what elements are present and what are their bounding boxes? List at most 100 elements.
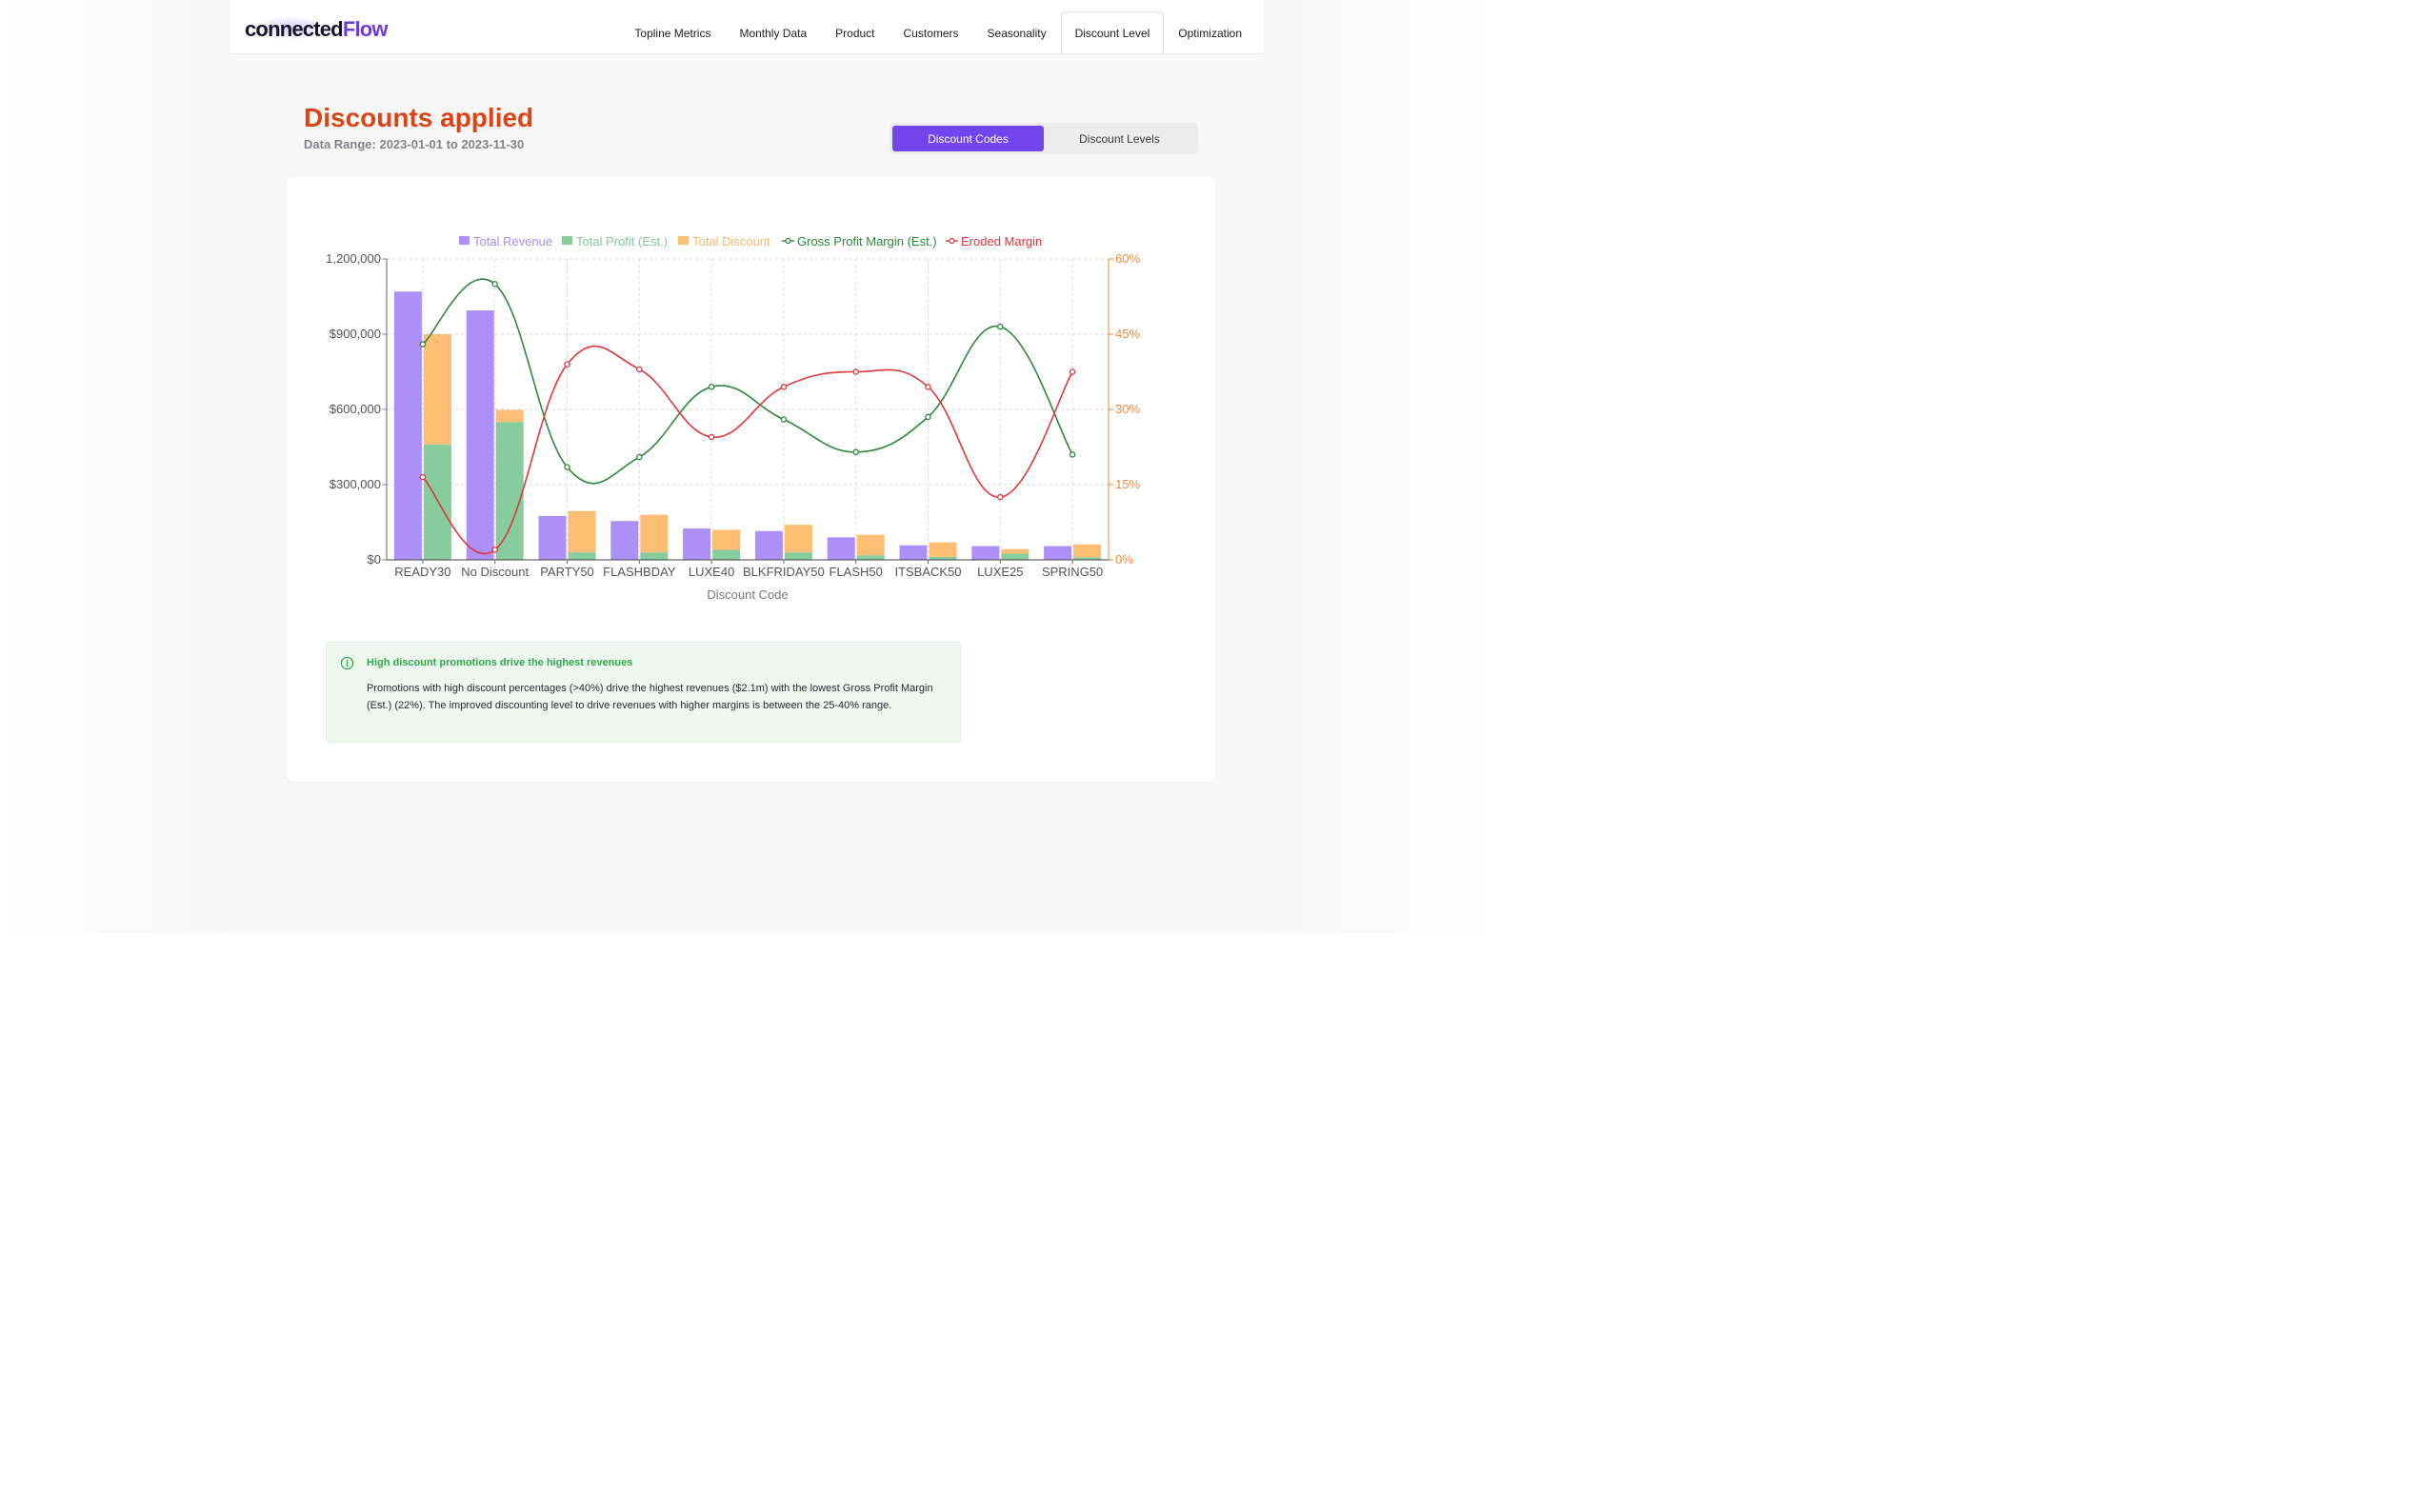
bar-profit: [495, 422, 524, 560]
bar-revenue: [754, 530, 783, 560]
legend-profit-swatch: [562, 236, 572, 245]
data-range-subtitle: Data Range: 2023-01-01 to 2023-11-30: [304, 137, 525, 151]
app-container: connectedFlow Topline Metrics Monthly Da…: [230, 0, 1264, 933]
main-nav: Topline Metrics Monthly Data Product Cus…: [620, 11, 1256, 53]
logo-text-connected: connected: [245, 17, 344, 41]
bar-discount: [784, 525, 812, 553]
legend-eroded-margin-label: Eroded Margin: [961, 234, 1042, 249]
legend-gross-margin-marker: [785, 237, 791, 245]
gross-margin-point: [1069, 451, 1076, 458]
bar-revenue: [827, 537, 855, 560]
discount-levels-button[interactable]: Discount Levels: [1044, 126, 1195, 151]
bar-revenue: [538, 515, 567, 560]
legend-eroded-margin-marker: [949, 237, 955, 245]
y2-tick-label: 45%: [1115, 327, 1140, 341]
bar-profit: [712, 549, 741, 560]
eroded-margin-point: [708, 433, 715, 441]
insight-title: High discount promotions drive the highe…: [367, 657, 633, 668]
bar-revenue: [1044, 546, 1072, 560]
bar-revenue: [899, 545, 928, 560]
y-tick-label: $600,000: [330, 402, 381, 416]
bar-revenue: [971, 546, 1000, 560]
bar-discount: [568, 510, 596, 553]
bar-discount: [423, 334, 451, 445]
x-tick-label: FLASHBDAY: [603, 565, 676, 579]
legend-discount-swatch: [678, 236, 689, 245]
bar-discount: [1073, 544, 1102, 558]
bar-discount: [640, 514, 669, 553]
bar-profit: [423, 444, 451, 560]
x-tick-label: ITSBACK50: [894, 565, 961, 579]
bar-discount: [712, 529, 741, 550]
eroded-margin-point: [564, 361, 570, 368]
gross-margin-point: [852, 448, 859, 456]
x-tick-label: SPRING50: [1042, 565, 1103, 579]
x-tick-label: No Discount: [461, 565, 529, 579]
nav-monthly-data[interactable]: Monthly Data: [725, 11, 821, 53]
insight-body: Promotions with high discount percentage…: [367, 683, 933, 711]
discount-chart: $0 $300,000 $600,000 $900,000 1,200,000 0% 15%…: [326, 234, 1140, 602]
gross-margin-point: [564, 464, 570, 470]
x-tick-label: FLASH50: [830, 565, 883, 579]
logo[interactable]: connectedFlow: [245, 15, 389, 50]
legend-gross-margin-label: Gross Profit Margin (Est.): [797, 234, 937, 249]
eroded-margin-point: [997, 493, 1004, 501]
eroded-margin-point: [636, 366, 643, 373]
bar-discount: [929, 542, 957, 557]
gross-margin-point: [636, 453, 643, 461]
x-tick-label: LUXE40: [689, 565, 734, 579]
gross-margin-point: [491, 281, 498, 288]
nav-seasonality[interactable]: Seasonality: [973, 11, 1061, 53]
y2-tick-label: 15%: [1115, 477, 1140, 491]
bar-profit: [568, 552, 596, 560]
nav-optimization[interactable]: Optimization: [1164, 11, 1256, 53]
y2-tick-label: 60%: [1115, 251, 1140, 266]
y2-tick-label: 30%: [1115, 402, 1140, 416]
gross-margin-point: [419, 341, 427, 348]
bar-profit: [856, 555, 885, 560]
gross-margin-point: [997, 323, 1004, 330]
nav-topline-metrics[interactable]: Topline Metrics: [620, 11, 725, 53]
discount-codes-button[interactable]: Discount Codes: [892, 126, 1044, 151]
gross-margin-point: [925, 413, 931, 421]
eroded-margin-point: [491, 547, 498, 553]
y2-tick-label: 0%: [1115, 552, 1133, 567]
page-backdrop-right: [1264, 0, 1493, 933]
y-tick-label: $900,000: [330, 327, 381, 341]
eroded-margin-point: [419, 473, 427, 481]
bar-revenue: [393, 291, 422, 560]
gross-margin-point: [708, 384, 715, 390]
logo-text-flow: Flow: [342, 17, 389, 41]
nav-customers[interactable]: Customers: [890, 11, 973, 53]
info-icon: [340, 656, 354, 670]
y-tick-label: $300,000: [330, 477, 381, 491]
bar-revenue: [466, 309, 494, 560]
eroded-margin-point: [852, 368, 859, 375]
bar-revenue: [610, 521, 639, 560]
x-tick-label: READY30: [394, 565, 450, 579]
bar-revenue: [683, 528, 711, 560]
legend-discount-label: Total Discount: [692, 234, 770, 249]
y-tick-label: 1,200,000: [326, 251, 381, 266]
x-tick-label: BLKFRIDAY50: [743, 565, 825, 579]
bar-discount: [856, 534, 885, 556]
bar-profit: [784, 552, 812, 560]
bar-discount: [1001, 548, 1030, 554]
legend-profit-label: Total Profit (Est.): [576, 234, 668, 249]
bar-profit: [640, 552, 669, 560]
y-tick-label: $0: [368, 552, 381, 567]
top-navbar: connectedFlow Topline Metrics Monthly Da…: [230, 0, 1264, 54]
gross-margin-point: [780, 416, 788, 423]
legend-revenue-label: Total Revenue: [473, 234, 552, 249]
eroded-margin-point: [1069, 368, 1076, 375]
x-tick-label: LUXE25: [977, 565, 1023, 579]
bar-discount: [495, 409, 524, 423]
bar-profit: [1001, 553, 1030, 560]
legend-revenue-swatch: [459, 236, 470, 245]
discount-view-toggle: Discount Codes Discount Levels: [890, 123, 1198, 154]
nav-discount-level[interactable]: Discount Level: [1060, 11, 1165, 53]
chart-card: $0 $300,000 $600,000 $900,000 1,200,000 0% 15%…: [287, 177, 1216, 782]
nav-product[interactable]: Product: [821, 11, 889, 53]
x-axis-title: Discount Code: [707, 587, 788, 602]
x-tick-label: PARTY50: [540, 565, 594, 579]
